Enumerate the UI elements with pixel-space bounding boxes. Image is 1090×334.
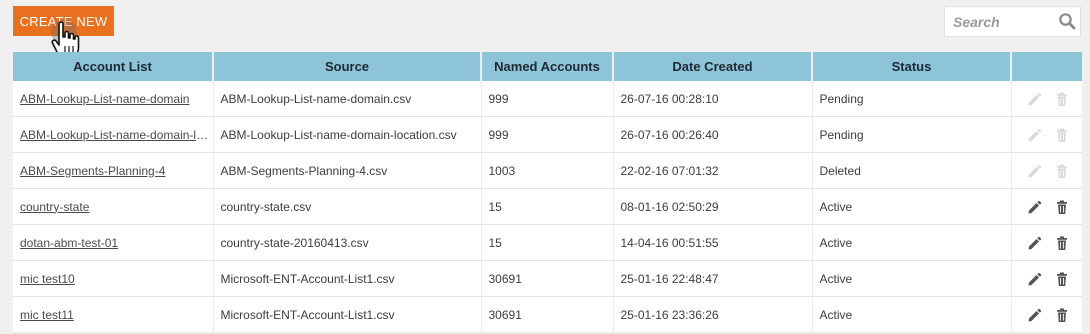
date-created-cell: 14-04-16 00:51:55 (612, 224, 812, 261)
pencil-icon[interactable] (1026, 163, 1042, 179)
trash-icon[interactable] (1054, 199, 1070, 215)
account-list-cell: mic test10 (13, 260, 213, 297)
source-cell: country-state-20160413.csv (212, 224, 481, 261)
status-cell: Pending (811, 116, 1011, 153)
table-row: country-state country-state.csv 15 08-01-16… (13, 188, 1082, 225)
date-created-cell: 25-01-16 23:36:26 (612, 296, 812, 333)
pencil-icon[interactable] (1026, 91, 1042, 107)
pencil-icon[interactable] (1026, 199, 1042, 215)
date-created-cell: 08-01-16 02:50:29 (612, 188, 812, 225)
column-header-named-accounts[interactable]: Named Accounts (480, 52, 613, 81)
table-row: ABM-Lookup-List-name-domain-locationABM-… (13, 116, 1082, 153)
column-header-status[interactable]: Status (811, 52, 1011, 81)
table-row: ABM-Segments-Planning-4 ABM-Segments-Plan… (13, 152, 1082, 189)
account-list-link[interactable]: ABM-Lookup-List-name-domain (20, 92, 189, 106)
trash-icon[interactable] (1054, 91, 1070, 107)
date-created-cell: 26-07-16 00:28:10 (612, 81, 812, 117)
search-input[interactable] (945, 7, 1053, 36)
account-list-cell: mic test11 (13, 296, 213, 333)
named-accounts-cell: 15 (480, 224, 613, 261)
named-accounts-cell: 999 (480, 116, 613, 153)
account-list-link[interactable]: ABM-Lookup-List-name-domain-location (20, 128, 213, 142)
account-list-cell: ABM-Segments-Planning-4 (13, 152, 213, 189)
trash-icon[interactable] (1054, 307, 1070, 323)
actions-cell (1010, 81, 1082, 117)
table-row: mic test10 Microsoft-ENT-Account-List1.cs… (13, 260, 1082, 297)
column-header-actions (1010, 52, 1082, 81)
search-box (944, 6, 1081, 37)
account-lists-table: Account List Source Named Accounts Date … (13, 52, 1082, 333)
actions-cell (1010, 116, 1082, 153)
column-header-source[interactable]: Source (212, 52, 481, 81)
source-cell: Microsoft-ENT-Account-List1.csv (212, 296, 481, 333)
date-created-cell: 22-02-16 07:01:32 (612, 152, 812, 189)
table-header-row: Account List Source Named Accounts Date … (13, 52, 1082, 81)
named-accounts-cell: 30691 (480, 296, 613, 333)
create-new-button[interactable]: CREATE NEW (13, 6, 114, 36)
status-cell: Active (811, 296, 1011, 333)
status-cell: Active (811, 188, 1011, 225)
named-accounts-cell: 15 (480, 188, 613, 225)
actions-cell (1010, 260, 1082, 297)
account-list-cell: ABM-Lookup-List-name-domain (13, 81, 213, 117)
source-cell: Microsoft-ENT-Account-List1.csv (212, 260, 481, 297)
date-created-cell: 25-01-16 22:48:47 (612, 260, 812, 297)
date-created-cell: 26-07-16 00:26:40 (612, 116, 812, 153)
pencil-icon[interactable] (1026, 307, 1042, 323)
status-cell: Active (811, 224, 1011, 261)
actions-cell (1010, 152, 1082, 189)
trash-icon[interactable] (1054, 163, 1070, 179)
named-accounts-cell: 999 (480, 81, 613, 117)
account-list-cell: dotan-abm-test-01 (13, 224, 213, 261)
column-header-account-list[interactable]: Account List (13, 52, 213, 81)
account-list-link[interactable]: ABM-Segments-Planning-4 (20, 164, 165, 178)
account-list-link[interactable]: country-state (20, 200, 89, 214)
pencil-icon[interactable] (1026, 127, 1042, 143)
table-row: dotan-abm-test-01 country-state-20160413.… (13, 224, 1082, 261)
actions-cell (1010, 224, 1082, 261)
pencil-icon[interactable] (1026, 235, 1042, 251)
account-list-cell: country-state (13, 188, 213, 225)
pencil-icon[interactable] (1026, 271, 1042, 287)
status-cell: Deleted (811, 152, 1011, 189)
source-cell: ABM-Lookup-List-name-domain.csv (212, 81, 481, 117)
actions-cell (1010, 188, 1082, 225)
status-cell: Pending (811, 81, 1011, 117)
column-header-date-created[interactable]: Date Created (612, 52, 812, 81)
table-row: mic test11 Microsoft-ENT-Account-List1.cs… (13, 296, 1082, 333)
trash-icon[interactable] (1054, 127, 1070, 143)
account-list-link[interactable]: mic test11 (20, 308, 74, 322)
actions-cell (1010, 296, 1082, 333)
search-icon[interactable] (1058, 12, 1076, 30)
trash-icon[interactable] (1054, 271, 1070, 287)
status-cell: Active (811, 260, 1011, 297)
source-cell: ABM-Segments-Planning-4.csv (212, 152, 481, 189)
account-list-cell: ABM-Lookup-List-name-domain-location (13, 116, 213, 153)
trash-icon[interactable] (1054, 235, 1070, 251)
table-row: ABM-Lookup-List-name-domain ABM-Lookup-Li… (13, 81, 1082, 117)
account-list-link[interactable]: mic test10 (20, 272, 75, 286)
source-cell: ABM-Lookup-List-name-domain-location.csv (212, 116, 481, 153)
named-accounts-cell: 1003 (480, 152, 613, 189)
source-cell: country-state.csv (212, 188, 481, 225)
named-accounts-cell: 30691 (480, 260, 613, 297)
account-list-link[interactable]: dotan-abm-test-01 (20, 236, 118, 250)
